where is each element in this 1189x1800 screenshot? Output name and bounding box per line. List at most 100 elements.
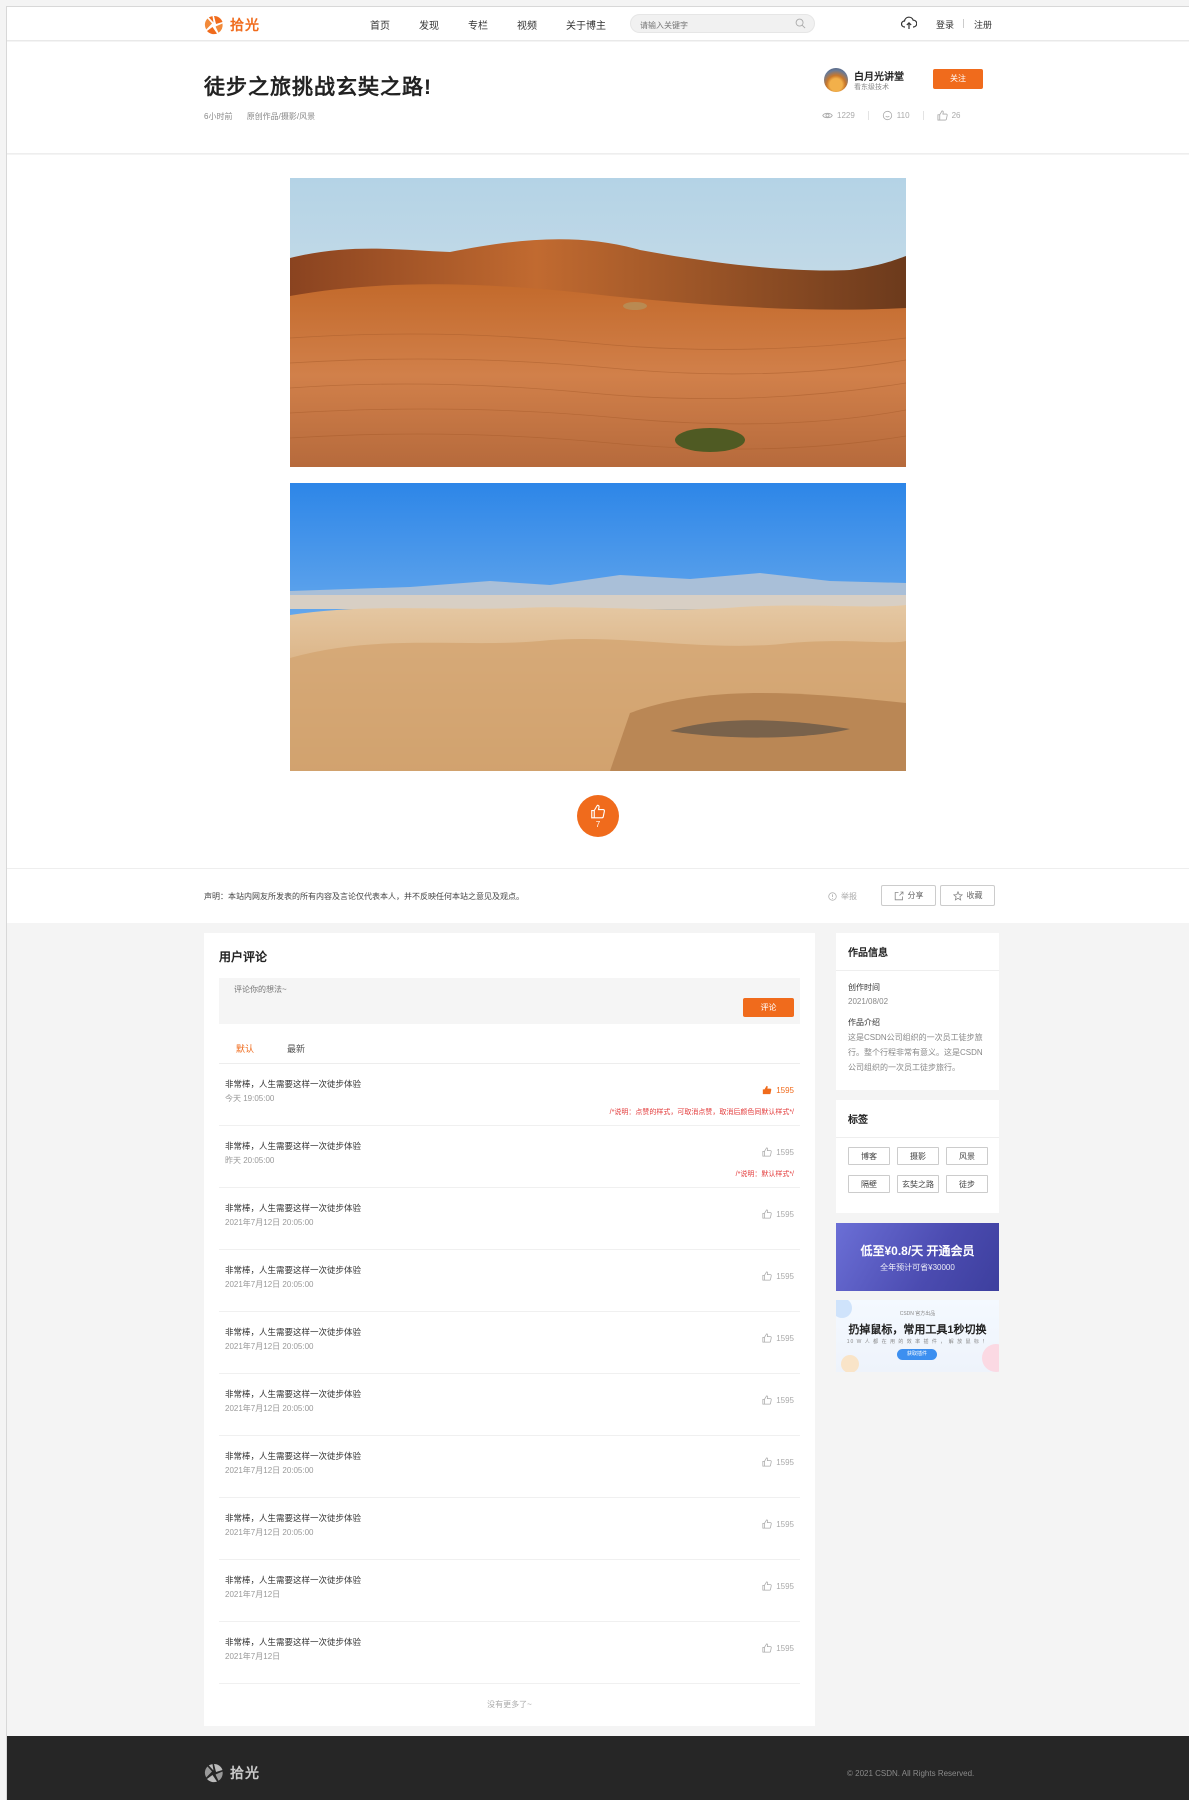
comment-composer: 评论 bbox=[219, 978, 800, 1024]
author-subtitle: 看东级技术 bbox=[854, 84, 889, 91]
comment-item: 非常棒，人生需要这样一次徒步体验 2021年7月12日 20:05:00 159… bbox=[219, 1374, 800, 1436]
tab-latest[interactable]: 最新 bbox=[287, 1042, 305, 1055]
nav-item-discover[interactable]: 发现 bbox=[419, 17, 439, 32]
comment-like-button[interactable]: 1595 bbox=[762, 1581, 794, 1591]
comment-like-button[interactable]: 1595 bbox=[762, 1209, 794, 1219]
comment-like-count: 1595 bbox=[776, 1085, 794, 1095]
desert-dunes-photo bbox=[290, 178, 906, 467]
comment-time: 2021年7月12日 20:05:00 bbox=[225, 1466, 314, 1475]
copyright-text: © 2021 CSDN. All Rights Reserved. bbox=[847, 1769, 975, 1778]
author-avatar[interactable] bbox=[824, 68, 848, 92]
nav-item-about[interactable]: 关于博主 bbox=[566, 17, 606, 32]
main-nav: 首页 发现 专栏 视频 关于博主 bbox=[370, 7, 635, 41]
comment-like-button[interactable]: 1595 bbox=[762, 1457, 794, 1467]
footer-brand-name: 拾光 bbox=[230, 1765, 260, 1781]
work-info-card: 作品信息 创作时间 2021/08/02 作品介绍 这是CSDN公司组织的一次员… bbox=[836, 933, 999, 1090]
plugin-promo-button[interactable]: 获取插件 bbox=[897, 1349, 937, 1360]
collect-button[interactable]: 收藏 bbox=[940, 885, 995, 906]
article-header: 徒步之旅挑战玄奘之路! 6小时前 原创作品/摄影/风景 白月光讲堂 看东级技术 … bbox=[7, 42, 1189, 154]
nav-item-video[interactable]: 视频 bbox=[517, 17, 537, 32]
comment-submit-button[interactable]: 评论 bbox=[743, 998, 794, 1017]
login-link[interactable]: 登录 bbox=[936, 18, 954, 31]
vip-promo-subtitle: 全年预计可省¥30000 bbox=[880, 1263, 955, 1272]
comment-like-count: 1595 bbox=[776, 1333, 794, 1343]
disclaimer-text: 声明：本站内网友所发表的所有内容及言论仅代表本人，并不反映任何本站之意见及观点。 bbox=[204, 892, 524, 901]
comment-like-count: 1595 bbox=[776, 1209, 794, 1219]
tag-item[interactable]: 摄影 bbox=[897, 1147, 939, 1165]
comment-like-button[interactable]: 1595 bbox=[762, 1333, 794, 1343]
tags-title: 标签 bbox=[836, 1100, 999, 1138]
comment-item: 非常棒，人生需要这样一次徒步体验 2021年7月12日 20:05:00 159… bbox=[219, 1312, 800, 1374]
thumbs-up-icon bbox=[762, 1395, 772, 1405]
comment-item: 非常棒，人生需要这样一次徒步体验 2021年7月12日 20:05:00 159… bbox=[219, 1188, 800, 1250]
comment-time: 2021年7月12日 20:05:00 bbox=[225, 1404, 314, 1413]
article-meta: 6小时前 原创作品/摄影/风景 bbox=[204, 111, 315, 122]
views-count: 1229 bbox=[837, 111, 855, 120]
plugin-promo-title: 扔掉鼠标，常用工具1秒切换 bbox=[848, 1324, 987, 1336]
comment-text: 非常棒，人生需要这样一次徒步体验 bbox=[225, 1575, 362, 1585]
article-category[interactable]: 原创作品/摄影/风景 bbox=[247, 112, 315, 121]
article-content: 7 bbox=[7, 155, 1189, 868]
publish-time: 6小时前 bbox=[204, 112, 233, 121]
comment-icon bbox=[882, 110, 892, 121]
tag-item[interactable]: 徒步 bbox=[946, 1175, 988, 1193]
register-link[interactable]: 注册 bbox=[974, 18, 992, 31]
cloud-upload-icon[interactable] bbox=[901, 16, 917, 30]
thumbs-up-filled-icon bbox=[763, 1085, 772, 1095]
thumbs-up-icon bbox=[762, 1457, 772, 1467]
brand-logo[interactable]: 拾光 bbox=[204, 15, 260, 35]
nav-item-home[interactable]: 首页 bbox=[370, 17, 390, 32]
tag-item[interactable]: 风景 bbox=[946, 1147, 988, 1165]
comment-time: 2021年7月12日 20:05:00 bbox=[225, 1280, 314, 1289]
no-more-text: 没有更多了~ bbox=[487, 1700, 532, 1709]
search-icon[interactable] bbox=[795, 18, 806, 29]
comment-like-button[interactable]: 1595 bbox=[762, 1271, 794, 1281]
comment-time: 2021年7月12日 20:05:00 bbox=[225, 1528, 314, 1537]
plugin-promo-tag: CSDN 官方出品 bbox=[899, 1311, 936, 1317]
report-link[interactable]: 举报 bbox=[828, 891, 857, 902]
thumbs-up-icon bbox=[762, 1271, 772, 1281]
vip-promo-banner[interactable]: 低至¥0.8/天 开通会员 全年预计可省¥30000 bbox=[836, 1223, 999, 1291]
tag-item[interactable]: 博客 bbox=[848, 1147, 890, 1165]
thumbs-up-icon bbox=[762, 1333, 772, 1343]
thumbs-up-icon bbox=[762, 1147, 772, 1157]
comments-stat[interactable]: 110 bbox=[882, 110, 910, 121]
like-button[interactable]: 7 bbox=[577, 795, 619, 837]
comment-item: 非常棒，人生需要这样一次徒步体验 今天 19:05:00 1595 /*说明：点… bbox=[219, 1064, 800, 1126]
comment-text: 非常棒，人生需要这样一次徒步体验 bbox=[225, 1141, 362, 1151]
like-button-count: 7 bbox=[595, 819, 601, 829]
article-stats: 1229 110 26 bbox=[822, 110, 960, 121]
footer-logo[interactable]: 拾光 bbox=[204, 1763, 260, 1783]
comment-input[interactable] bbox=[234, 984, 634, 1004]
tag-item[interactable]: 隔壁 bbox=[848, 1175, 890, 1193]
plugin-promo-banner[interactable]: CSDN 官方出品 扔掉鼠标，常用工具1秒切换 10 W 人 都 在 用 的 效… bbox=[836, 1300, 999, 1372]
comment-like-button[interactable]: 1595 bbox=[762, 1519, 794, 1529]
nav-item-column[interactable]: 专栏 bbox=[468, 17, 488, 32]
author-name[interactable]: 白月光讲堂 bbox=[854, 68, 904, 83]
comment-time: 2021年7月12日 20:05:00 bbox=[225, 1342, 314, 1351]
star-icon bbox=[952, 890, 963, 901]
comment-text: 非常棒，人生需要这样一次徒步体验 bbox=[225, 1451, 362, 1461]
tag-item[interactable]: 玄奘之路 bbox=[897, 1175, 939, 1193]
comment-text: 非常棒，人生需要这样一次徒步体验 bbox=[225, 1513, 362, 1523]
comment-like-count: 1595 bbox=[776, 1581, 794, 1591]
share-button[interactable]: 分享 bbox=[881, 885, 936, 906]
comment-item: 非常棒，人生需要这样一次徒步体验 2021年7月12日 20:05:00 159… bbox=[219, 1436, 800, 1498]
comment-item: 非常棒，人生需要这样一次徒步体验 2021年7月12日 20:05:00 159… bbox=[219, 1250, 800, 1312]
thumbs-up-icon bbox=[762, 1519, 772, 1529]
comment-like-button[interactable]: 1595 bbox=[762, 1147, 794, 1157]
created-label: 创作时间 bbox=[848, 983, 880, 992]
comment-like-button[interactable]: 1595 bbox=[762, 1085, 794, 1095]
stat-divider bbox=[867, 111, 869, 120]
likes-stat[interactable]: 26 bbox=[937, 110, 960, 121]
comment-like-count: 1595 bbox=[776, 1395, 794, 1405]
aperture-logo-icon bbox=[204, 1764, 223, 1783]
created-value: 2021/08/02 bbox=[848, 997, 889, 1006]
search-input[interactable] bbox=[631, 17, 781, 34]
comment-like-button[interactable]: 1595 bbox=[762, 1643, 794, 1653]
comment-like-button[interactable]: 1595 bbox=[762, 1395, 794, 1405]
comments-count: 110 bbox=[896, 111, 910, 120]
follow-button[interactable]: 关注 bbox=[933, 69, 983, 89]
comment-text: 非常棒，人生需要这样一次徒步体验 bbox=[225, 1265, 362, 1275]
tab-default[interactable]: 默认 bbox=[236, 1042, 254, 1055]
